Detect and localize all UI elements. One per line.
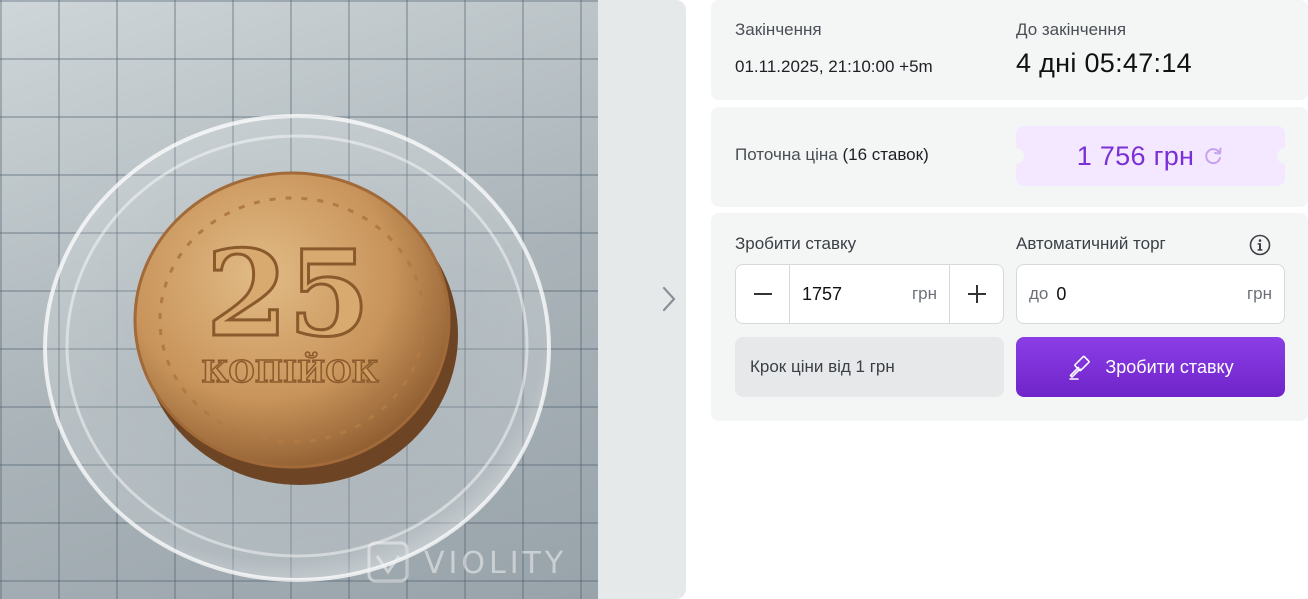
auto-bid-unit: грн [1246, 284, 1272, 303]
bid-stepper: грн [735, 264, 1004, 324]
price-badge: 1 756 грн [1008, 126, 1293, 186]
end-label: Закінчення [735, 20, 822, 39]
gavel-icon [1069, 355, 1091, 380]
bid-amount-input[interactable] [802, 283, 892, 305]
coin-denomination: 25 [206, 224, 370, 363]
current-price-card: Поточна ціна (16 ставок) 1 756 грн [711, 107, 1308, 207]
increment-button[interactable] [949, 265, 1003, 323]
price-step-note: Крок ціни від 1 грн [735, 337, 1004, 397]
chevron-right-icon [662, 286, 676, 312]
bid-card: Зробити ставку Автоматичний торг грн [711, 213, 1308, 421]
auto-bid-prefix: до [1029, 284, 1049, 303]
coin-image: 25 КОПІЙОК VIOLITY [43, 114, 567, 583]
bids-count[interactable]: (16 ставок) [843, 145, 929, 164]
auto-bid-field: до грн [1016, 264, 1285, 324]
current-price-value: 1 756 грн [1076, 140, 1195, 171]
plus-icon [967, 285, 986, 303]
bid-amount-field: грн [790, 265, 949, 323]
gallery-next-button[interactable] [656, 284, 682, 314]
photo-gallery: 25 КОПІЙОК VIOLITY [0, 0, 686, 599]
minus-icon [753, 293, 772, 295]
auto-bid-label: Автоматичний торг [1016, 234, 1166, 253]
auction-time-card: Закінчення 01.11.2025, 21:10:00 +5m До з… [711, 0, 1308, 100]
place-bid-label: Зробити ставку [1105, 356, 1234, 377]
end-value: 01.11.2025, 21:10:00 +5m [735, 57, 933, 76]
current-price-label: Поточна ціна (16 ставок) [735, 145, 929, 165]
place-bid-button[interactable]: Зробити ставку [1016, 337, 1285, 397]
bid-unit: грн [911, 284, 937, 303]
refresh-icon[interactable] [1202, 145, 1224, 167]
lot-photo[interactable]: 25 КОПІЙОК VIOLITY [0, 0, 598, 599]
current-price-text: Поточна ціна [735, 145, 838, 164]
auction-page: 25 КОПІЙОК VIOLITY Закінчення 01.11.2025… [0, 0, 1308, 599]
make-bid-label: Зробити ставку [735, 234, 857, 253]
info-icon[interactable] [1249, 234, 1271, 256]
decrement-button[interactable] [736, 265, 790, 323]
auto-bid-input[interactable] [1056, 283, 1207, 305]
remaining-countdown: 4 дні 05:47:14 [1016, 48, 1192, 78]
svg-text:VIOLITY: VIOLITY [424, 546, 567, 581]
remaining-label: До закінчення [1016, 20, 1127, 39]
coin-text: КОПІЙОК [201, 352, 379, 390]
